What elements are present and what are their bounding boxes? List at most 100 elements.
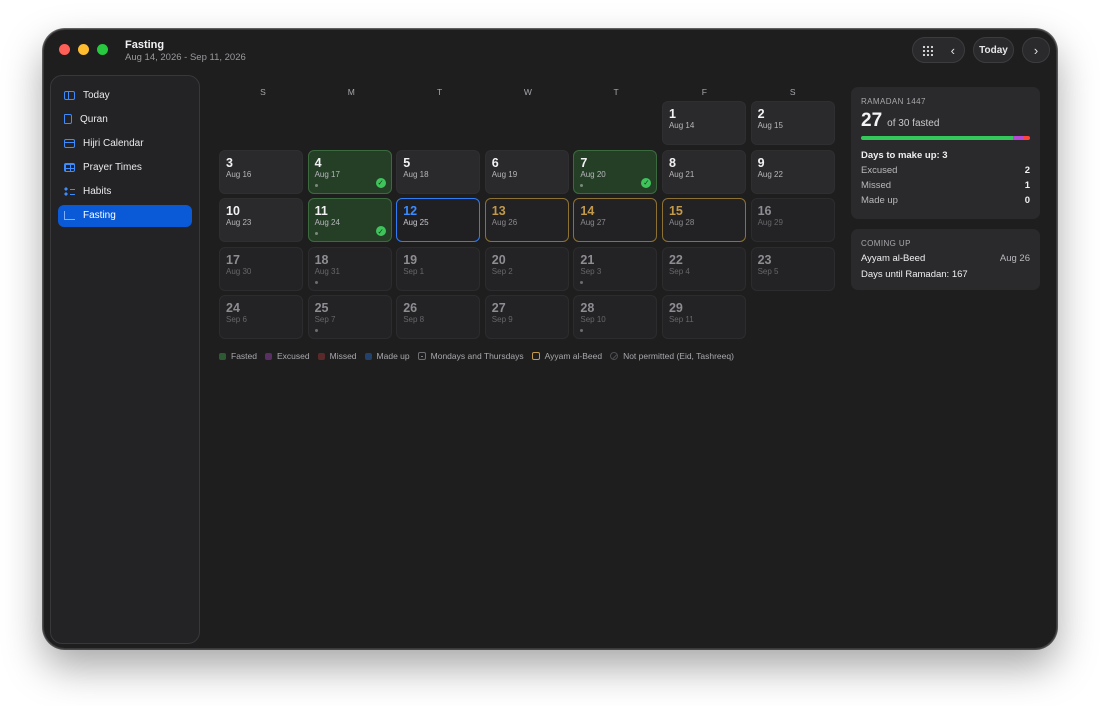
monday-thursday-dot-icon	[314, 232, 318, 235]
calendar-day-cell[interactable]: 18 Aug 31	[307, 246, 392, 291]
minimize-window-button[interactable]	[78, 44, 89, 55]
gregorian-date: Aug 30	[226, 266, 252, 276]
gregorian-date: Aug 17	[314, 169, 340, 179]
grid-icon[interactable]	[922, 44, 933, 56]
calendar-day-cell[interactable]: 23 Sep 5	[750, 246, 835, 291]
window-subtitle: Aug 14, 2026 - Sep 11, 2026	[125, 52, 246, 63]
sidebar-item-hijri-calendar[interactable]: Hijri Calendar	[58, 132, 192, 154]
sidebar-item-prayer-times[interactable]: Prayer Times	[58, 157, 192, 179]
hijri-day-number: 26	[403, 301, 418, 315]
legend-item: Mondays and Thursdays	[417, 351, 524, 361]
legend-label: Made up	[376, 351, 410, 361]
monday-thursday-dot-icon	[314, 329, 318, 332]
hijri-day-number: 1	[668, 107, 676, 121]
calendar-day-cell[interactable]: 5 Aug 18	[396, 149, 481, 194]
list-icon	[64, 187, 75, 197]
legend-label: Missed	[329, 351, 357, 361]
legend-label: Fasted	[231, 351, 257, 361]
close-window-button[interactable]	[59, 44, 70, 55]
calendar-day-cell[interactable]: 8 Aug 21	[661, 149, 746, 194]
gregorian-date: Aug 16	[226, 169, 252, 179]
weekday-label: S	[789, 87, 796, 97]
calendar-day-cell[interactable]: 9 Aug 22	[750, 149, 835, 194]
legend-swatch-icon	[531, 352, 540, 360]
gregorian-date: Aug 28	[668, 218, 695, 227]
sidebar-item-today[interactable]: Today	[58, 84, 192, 106]
hijri-day-number: 22	[668, 252, 683, 267]
calendar-grid: 1 Aug 14 2 Aug 15 3 Aug 16 4 Aug 17 ✓ 5 Aug 18 6 Aug…	[219, 101, 837, 339]
view-nav-group: ‹	[912, 37, 965, 63]
calendar-day-cell[interactable]: 2 Aug 15	[750, 101, 835, 145]
upcoming-event[interactable]: Ayyam al-Beed Aug 26	[861, 253, 1030, 264]
stat-missed: Missed 1	[861, 180, 1030, 191]
calendar-day-cell[interactable]: 25 Sep 7	[307, 295, 392, 339]
calendar-day-cell[interactable]: 10 Aug 23	[219, 198, 303, 242]
hijri-day-number: 11	[314, 204, 328, 218]
zoom-window-button[interactable]	[97, 44, 108, 55]
hijri-day-number: 18	[314, 252, 329, 267]
chevron-left-icon[interactable]: ‹	[951, 44, 955, 57]
calendar-day-cell[interactable]: 4 Aug 17 ✓	[307, 149, 392, 194]
calendar-day-cell[interactable]: 16 Aug 29	[750, 198, 835, 242]
hijri-day-number: 15	[668, 204, 683, 218]
calendar-day-cell[interactable]: 13 Aug 26	[484, 198, 569, 242]
hijri-day-number: 13	[491, 204, 506, 218]
monday-thursday-dot-icon	[314, 280, 318, 284]
calendar-day-cell[interactable]: 22 Sep 4	[661, 246, 746, 291]
hijri-day-number: 2	[757, 107, 765, 121]
gregorian-date: Sep 7	[314, 315, 336, 324]
hijri-day-number: 25	[314, 301, 329, 315]
hijri-day-number: 7	[580, 155, 588, 170]
gregorian-date: Sep 8	[403, 315, 425, 324]
gregorian-date: Sep 2	[491, 266, 513, 276]
calendar-day-cell[interactable]: 1 Aug 14	[661, 101, 746, 145]
weekday-label: T	[436, 87, 443, 97]
today-button[interactable]: Today	[973, 37, 1014, 63]
fasted-count: 27	[861, 110, 883, 131]
calendar-day-cell[interactable]: 15 Aug 28	[661, 198, 746, 242]
calendar-day-cell[interactable]: 11 Aug 24 ✓	[307, 198, 392, 242]
calendar-day-cell[interactable]: 3 Aug 16	[219, 149, 303, 194]
calendar-day-cell[interactable]: 26 Sep 8	[396, 295, 481, 339]
hijri-day-number: 4	[314, 155, 322, 170]
hijri-day-number: 27	[491, 301, 506, 315]
sidebar-item-quran[interactable]: Quran	[58, 108, 192, 130]
calendar-day-cell[interactable]: 17 Aug 30	[219, 246, 303, 291]
gregorian-date: Aug 15	[757, 121, 783, 130]
empty-cell	[308, 101, 392, 145]
sidebar-item-habits[interactable]: Habits	[58, 181, 192, 203]
legend-label: Excused	[277, 351, 310, 361]
calendar-icon	[64, 138, 75, 148]
event-date: Aug 26	[999, 253, 1030, 264]
calendar-day-cell[interactable]: 20 Sep 2	[484, 246, 569, 291]
empty-cell	[573, 101, 657, 145]
today-icon	[64, 90, 75, 100]
hijri-day-number: 10	[226, 204, 240, 218]
calendar-day-cell[interactable]: 7 Aug 20 ✓	[573, 149, 658, 194]
sidebar-item-label: Habits	[83, 186, 112, 198]
ramadan-progress-bar	[861, 136, 1030, 140]
fasted-summary: 27 of 30 fasted	[861, 110, 1030, 132]
calendar-day-cell[interactable]: 6 Aug 19	[484, 149, 569, 194]
hijri-day-number: 19	[403, 252, 418, 267]
calendar-day-cell[interactable]: 19 Sep 1	[396, 246, 481, 291]
legend-item: Excused	[265, 351, 310, 361]
sidebar-item-fasting[interactable]: Fasting	[58, 204, 192, 227]
sidebar: Today Quran Hijri Calendar Prayer Times …	[50, 75, 200, 644]
makeup-title: Days to make up: 3	[861, 150, 948, 161]
calendar-day-cell[interactable]: 28 Sep 10	[573, 295, 658, 339]
calendar-day-cell[interactable]: 14 Aug 27	[573, 198, 658, 242]
calendar-day-cell[interactable]: 27 Sep 9	[484, 295, 569, 339]
calendar-day-cell[interactable]: 12 Aug 25	[396, 198, 481, 242]
monday-thursday-dot-icon	[580, 183, 584, 187]
gregorian-date: Sep 9	[491, 315, 513, 324]
gregorian-date: Aug 14	[668, 121, 695, 130]
gregorian-date: Aug 31	[314, 266, 340, 276]
ramadan-heading: RAMADAN 1447	[861, 97, 926, 106]
legend-label: Not permitted (Eid, Tashreeq)	[623, 351, 734, 361]
gregorian-date: Sep 10	[580, 315, 606, 324]
calendar-day-cell[interactable]: 21 Sep 3	[573, 246, 658, 291]
next-button[interactable]: ›	[1022, 37, 1050, 63]
calendar-day-cell[interactable]: 29 Sep 11	[661, 295, 746, 339]
calendar-day-cell[interactable]: 24 Sep 6	[219, 295, 303, 339]
